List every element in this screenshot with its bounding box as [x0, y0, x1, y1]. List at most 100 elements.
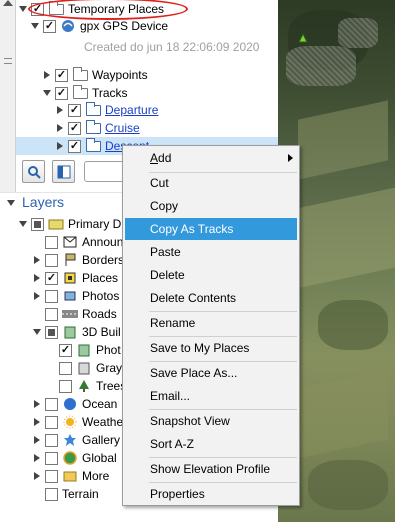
- layer-item-global-awareness[interactable]: Global: [32, 449, 117, 467]
- visibility-checkbox[interactable]: ✓: [55, 86, 68, 100]
- expand-arrow-icon[interactable]: [32, 327, 42, 337]
- visibility-checkbox[interactable]: [45, 253, 58, 267]
- menu-item-add[interactable]: Add: [125, 147, 297, 169]
- menu-item-properties[interactable]: Properties: [125, 483, 297, 505]
- menu-item-email[interactable]: Email...: [125, 385, 297, 407]
- expand-arrow-icon[interactable]: [32, 273, 42, 283]
- expand-arrow-icon[interactable]: [30, 21, 40, 31]
- menu-item-delete-contents[interactable]: Delete Contents: [125, 287, 297, 309]
- expand-arrow-icon[interactable]: [32, 255, 42, 265]
- layer-label: Ocean: [82, 397, 118, 411]
- expand-arrow-icon[interactable]: [18, 4, 28, 14]
- layer-item-more[interactable]: More: [32, 467, 109, 485]
- layer-label: 3D Buil: [82, 325, 121, 339]
- visibility-checkbox[interactable]: [31, 217, 44, 231]
- panel-toggle-button[interactable]: [52, 160, 75, 183]
- visibility-checkbox[interactable]: [45, 487, 58, 501]
- layer-item-photos[interactable]: Photos: [32, 287, 119, 305]
- tree-item-label: Waypoints: [92, 68, 148, 82]
- tree-item-label[interactable]: Departure: [105, 103, 158, 117]
- visibility-checkbox[interactable]: [59, 379, 72, 393]
- scroll-up-arrow-icon[interactable]: [3, 0, 13, 6]
- visibility-checkbox[interactable]: [45, 415, 58, 429]
- tree-item-label[interactable]: Cruise: [105, 121, 140, 135]
- buildings-icon: [76, 343, 92, 357]
- layer-item-places[interactable]: ✓ Places: [32, 269, 118, 287]
- placemark-icon[interactable]: [297, 32, 309, 44]
- visibility-checkbox[interactable]: ✓: [68, 103, 81, 117]
- layer-item-3d-buildings[interactable]: 3D Buil: [32, 323, 121, 341]
- field-area: [298, 100, 388, 180]
- tree-item-waypoints[interactable]: ✓ Waypoints: [42, 66, 148, 84]
- expand-arrow-icon[interactable]: [32, 435, 42, 445]
- roads-icon: [62, 307, 78, 321]
- layer-item-weather[interactable]: Weathe: [32, 413, 123, 431]
- visibility-checkbox[interactable]: [45, 451, 58, 465]
- globe-icon: [62, 451, 78, 465]
- layer-label: Roads: [82, 307, 117, 321]
- expand-arrow-icon[interactable]: [32, 399, 42, 409]
- menu-item-save-to-my-places[interactable]: Save to My Places: [125, 337, 297, 359]
- tree-item-tracks[interactable]: ✓ Tracks: [42, 84, 128, 102]
- menu-item-snapshot-view[interactable]: Snapshot View: [125, 410, 297, 432]
- layer-item-trees[interactable]: Trees: [46, 377, 126, 395]
- expand-arrow-icon[interactable]: [55, 105, 65, 115]
- search-button[interactable]: [22, 160, 45, 183]
- menu-item-copy-as-tracks[interactable]: Copy As Tracks: [125, 218, 297, 240]
- layer-label: Announ: [82, 235, 124, 249]
- places-scrollbar[interactable]: [0, 0, 16, 200]
- visibility-checkbox[interactable]: ✓: [59, 343, 72, 357]
- layer-item-photorealistic[interactable]: ✓ Phot: [46, 341, 121, 359]
- primary-database-icon: [48, 217, 64, 231]
- visibility-checkbox[interactable]: ✓: [45, 271, 58, 285]
- expand-arrow-icon[interactable]: [42, 70, 52, 80]
- menu-item-delete[interactable]: Delete: [125, 264, 297, 286]
- expand-arrow-icon[interactable]: [18, 219, 28, 229]
- layer-label: Borders: [82, 253, 125, 267]
- menu-item-sort-a-z[interactable]: Sort A-Z: [125, 433, 297, 455]
- menu-item-show-elevation-profile[interactable]: Show Elevation Profile: [125, 458, 297, 480]
- menu-item-cut[interactable]: Cut: [125, 172, 297, 194]
- collapse-arrow-icon[interactable]: [6, 198, 16, 208]
- tree-item-departure[interactable]: ✓ Departure: [55, 101, 158, 119]
- menu-item-save-place-as[interactable]: Save Place As...: [125, 362, 297, 384]
- submenu-arrow-icon: [288, 154, 293, 162]
- expand-arrow-icon[interactable]: [32, 453, 42, 463]
- splitter-grip-icon[interactable]: [4, 58, 12, 64]
- visibility-checkbox[interactable]: ✓: [55, 68, 68, 82]
- expand-arrow-icon[interactable]: [32, 417, 42, 427]
- layer-item-primary[interactable]: Primary D: [18, 215, 121, 233]
- folder-icon: [85, 119, 101, 135]
- layer-item-roads[interactable]: Roads: [32, 305, 117, 323]
- layer-item-announcements[interactable]: Announ: [32, 233, 123, 251]
- layer-item-gray[interactable]: Gray: [46, 359, 122, 377]
- menu-item-paste[interactable]: Paste: [125, 241, 297, 263]
- visibility-checkbox[interactable]: [45, 469, 58, 483]
- tree-item-gps-device[interactable]: ✓ gpx GPS Device: [30, 17, 168, 35]
- visibility-checkbox[interactable]: [45, 325, 58, 339]
- expand-arrow-icon[interactable]: [55, 141, 65, 151]
- menu-item-rename[interactable]: Rename: [125, 312, 297, 334]
- visibility-checkbox[interactable]: [59, 361, 72, 375]
- visibility-checkbox[interactable]: [45, 397, 58, 411]
- visibility-checkbox[interactable]: ✓: [68, 121, 81, 135]
- expand-arrow-icon[interactable]: [42, 88, 52, 98]
- folder-icon: [72, 66, 88, 82]
- visibility-checkbox[interactable]: [45, 433, 58, 447]
- layer-item-ocean[interactable]: Ocean: [32, 395, 117, 413]
- expand-arrow-icon[interactable]: [32, 291, 42, 301]
- visibility-checkbox[interactable]: [45, 307, 58, 321]
- tree-item-cruise[interactable]: ✓ Cruise: [55, 119, 140, 137]
- layer-item-gallery[interactable]: Gallery: [32, 431, 120, 449]
- visibility-checkbox[interactable]: [45, 289, 58, 303]
- visibility-checkbox[interactable]: ✓: [43, 19, 56, 33]
- visibility-checkbox[interactable]: ✓: [68, 139, 81, 153]
- layer-item-borders[interactable]: Borders: [32, 251, 124, 269]
- layer-label: Phot: [96, 343, 121, 357]
- expand-arrow-icon[interactable]: [32, 471, 42, 481]
- visibility-checkbox[interactable]: [45, 235, 58, 249]
- layer-item-terrain[interactable]: Terrain: [32, 485, 99, 503]
- layer-label: Primary D: [68, 217, 122, 231]
- expand-arrow-icon[interactable]: [55, 123, 65, 133]
- menu-item-copy[interactable]: Copy: [125, 195, 297, 217]
